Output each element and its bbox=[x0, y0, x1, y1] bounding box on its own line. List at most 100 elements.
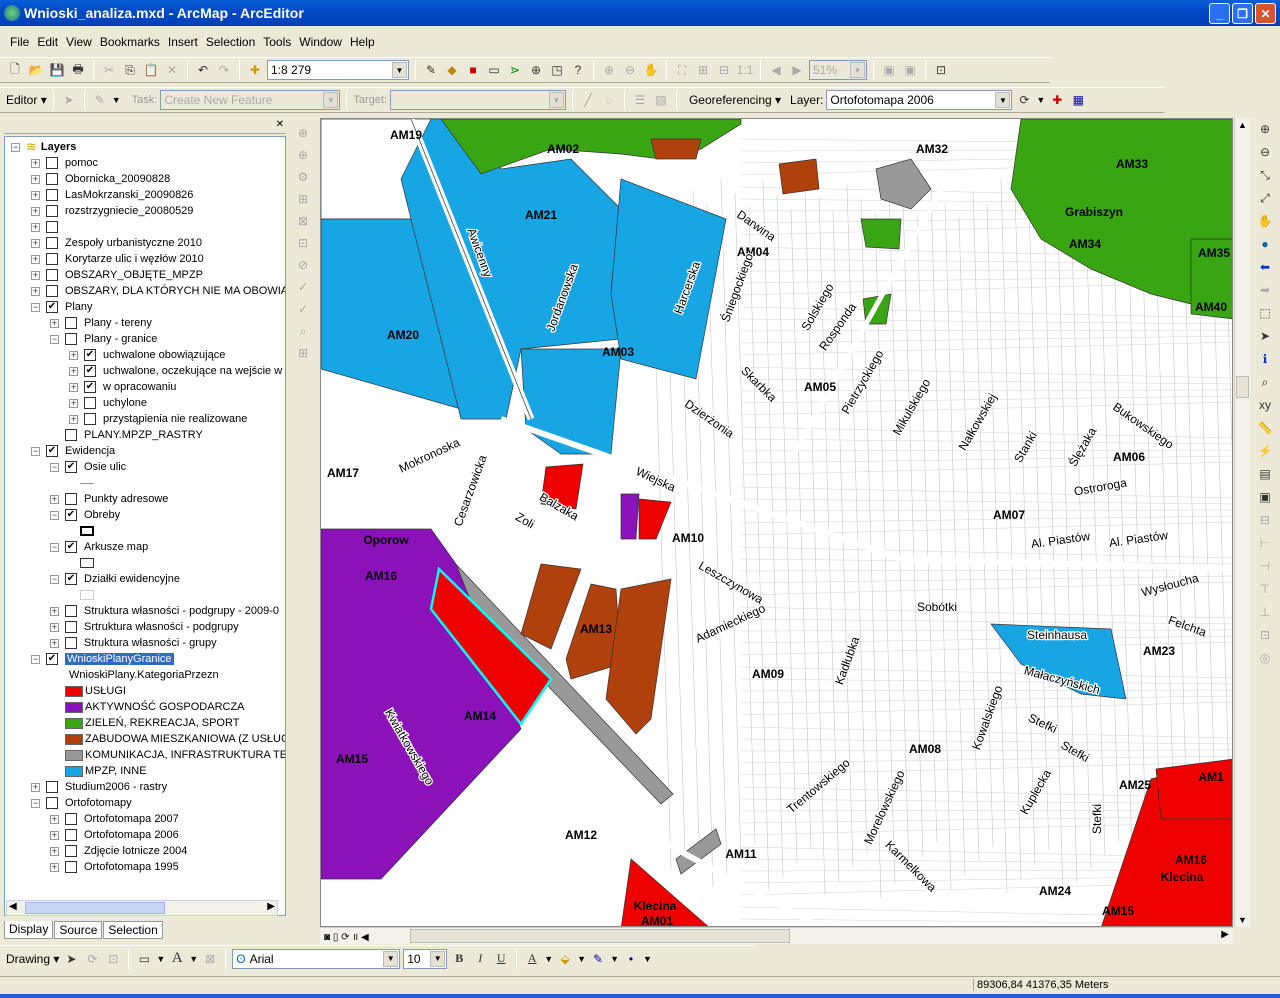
toc-layer[interactable]: + Zdjęcie lotnicze 2004 bbox=[50, 843, 187, 859]
collapse-icon[interactable]: − bbox=[11, 142, 20, 152]
layout-zoom-in-icon[interactable]: ⊕ bbox=[600, 61, 618, 79]
data-view-icon[interactable]: ◙ ▯ ⟳ ॥ ◀ bbox=[324, 929, 369, 943]
plan-area-zielen[interactable] bbox=[860, 218, 902, 250]
measure-icon[interactable]: 📏 bbox=[1256, 419, 1274, 437]
tool-icon[interactable]: ⊥ bbox=[1256, 603, 1274, 621]
toc-layer[interactable]: + Struktura własności - grupy bbox=[50, 635, 217, 651]
layer-visibility-checkbox[interactable] bbox=[46, 269, 58, 281]
layer-visibility-checkbox[interactable] bbox=[46, 285, 58, 297]
zoom-to-selected-icon[interactable]: ⊡ bbox=[104, 950, 122, 968]
layer-visibility-checkbox[interactable]: ✔ bbox=[65, 541, 77, 553]
cut-icon[interactable]: ✂ bbox=[100, 61, 118, 79]
edit-tool-icon[interactable]: ➤ bbox=[60, 91, 78, 109]
layer-visibility-checkbox[interactable] bbox=[65, 861, 77, 873]
toc-layer[interactable]: + rozstrzygniecie_20080529 bbox=[31, 203, 193, 219]
arctoolbox-icon[interactable]: ■ bbox=[464, 61, 482, 79]
expand-icon[interactable]: + bbox=[69, 366, 78, 376]
expand-icon[interactable]: + bbox=[69, 382, 78, 392]
expand-icon[interactable]: + bbox=[31, 222, 40, 232]
select-features-icon[interactable]: ⬚ bbox=[1256, 304, 1274, 322]
layer-visibility-checkbox[interactable] bbox=[84, 397, 96, 409]
toc-layer[interactable]: + Struktura własności - podgrupy - 2009-0 bbox=[50, 603, 279, 619]
editor-toolbar-icon[interactable]: ✎ bbox=[422, 61, 440, 79]
expand-icon[interactable]: + bbox=[50, 638, 59, 648]
minimize-button[interactable]: _ bbox=[1209, 3, 1230, 24]
collapse-icon[interactable]: − bbox=[50, 574, 59, 584]
toc-layer[interactable]: + bbox=[31, 219, 65, 235]
toc-layer[interactable]: ZIELEŃ, REKREACJA, SPORT bbox=[65, 715, 239, 731]
rotate-tool-icon[interactable]: ◌ bbox=[600, 91, 618, 109]
expand-icon[interactable]: + bbox=[50, 494, 59, 504]
layer-visibility-checkbox[interactable]: ✔ bbox=[65, 573, 77, 585]
rotate-icon[interactable]: ⟳ bbox=[83, 950, 101, 968]
tool-icon[interactable]: ⊢ bbox=[1256, 534, 1274, 552]
task-combo[interactable]: Create New Feature ▼ bbox=[160, 90, 341, 110]
tab-selection[interactable]: Selection bbox=[103, 921, 163, 939]
expand-icon[interactable]: + bbox=[31, 254, 40, 264]
expand-icon[interactable]: + bbox=[31, 190, 40, 200]
text-icon[interactable]: A bbox=[168, 950, 186, 968]
collapse-icon[interactable]: − bbox=[50, 462, 59, 472]
collapse-icon[interactable]: − bbox=[50, 510, 59, 520]
add-data-icon[interactable]: ✚ bbox=[246, 61, 264, 79]
layout-zoom-out-icon[interactable]: ⊖ bbox=[621, 61, 639, 79]
drawing-menu[interactable]: Drawing ▾ bbox=[6, 952, 59, 966]
plan-area-komunikacja[interactable] bbox=[875, 158, 932, 210]
layer-visibility-checkbox[interactable]: ✔ bbox=[46, 653, 58, 665]
toc-layer[interactable]: + Studium2006 - rastry bbox=[31, 779, 167, 795]
toc-layer[interactable]: + OBSZARY_OBJĘTE_MPZP bbox=[31, 267, 203, 283]
identify-icon[interactable]: ℹ bbox=[1256, 350, 1274, 368]
tool-icon[interactable]: ✓ bbox=[294, 278, 312, 296]
target-combo[interactable]: ▼ bbox=[389, 90, 566, 110]
open-folder-icon[interactable]: 📂 bbox=[27, 61, 45, 79]
tab-source[interactable]: Source bbox=[54, 921, 103, 939]
toc-layer[interactable]: + LasMokrzanski_20090826 bbox=[31, 187, 193, 203]
underline-button[interactable]: U bbox=[492, 950, 510, 968]
menu-selection[interactable]: Selection bbox=[202, 35, 259, 49]
toc-layer[interactable]: − ✔ Arkusze map bbox=[50, 539, 148, 555]
toc-layer[interactable] bbox=[50, 523, 94, 539]
layer-visibility-checkbox[interactable] bbox=[65, 317, 77, 329]
edit-vertices-icon[interactable]: ⊠ bbox=[201, 950, 219, 968]
tool-icon[interactable]: ⊠ bbox=[294, 212, 312, 230]
toc-layer[interactable]: − ✔ Plany bbox=[31, 299, 93, 315]
select-elements-icon[interactable]: ➤ bbox=[62, 950, 80, 968]
bold-button[interactable]: B bbox=[450, 950, 468, 968]
layout-zoom-fixed-out-icon[interactable]: ⊟ bbox=[715, 61, 733, 79]
tool-icon[interactable]: ⊞ bbox=[294, 190, 312, 208]
layer-visibility-checkbox[interactable] bbox=[65, 429, 77, 441]
layer-visibility-checkbox[interactable]: ✔ bbox=[65, 461, 77, 473]
link-table-icon[interactable]: ▦ bbox=[1069, 91, 1087, 109]
toc-layer[interactable]: + Ortofotomapa 2007 bbox=[50, 811, 179, 827]
menu-bookmarks[interactable]: Bookmarks bbox=[96, 35, 164, 49]
georeferencing-menu[interactable]: Georeferencing ▾ bbox=[689, 93, 781, 107]
expand-icon[interactable]: + bbox=[50, 318, 59, 328]
layer-visibility-checkbox[interactable]: ✔ bbox=[46, 301, 58, 313]
line-color-icon[interactable]: ✎ bbox=[589, 950, 607, 968]
toc-close-icon[interactable]: ✕ bbox=[276, 119, 284, 130]
hyperlink-icon[interactable]: ⚡ bbox=[1256, 442, 1274, 460]
toc-layer[interactable] bbox=[50, 475, 94, 491]
toc-layer[interactable]: − Ortofotomapy bbox=[31, 795, 132, 811]
map-scale-combo[interactable]: 1:8 279 ▼ bbox=[267, 60, 409, 80]
layer-visibility-checkbox[interactable] bbox=[46, 237, 58, 249]
sketch-tool-icon[interactable]: ✎ bbox=[91, 91, 109, 109]
font-color-icon[interactable]: A bbox=[523, 950, 541, 968]
layer-visibility-checkbox[interactable] bbox=[46, 797, 58, 809]
layer-visibility-checkbox[interactable] bbox=[65, 333, 77, 345]
plan-area-uslugi[interactable] bbox=[1155, 758, 1233, 820]
rectangle-icon[interactable]: ▭ bbox=[135, 950, 153, 968]
layer-visibility-checkbox[interactable] bbox=[65, 829, 77, 841]
expand-icon[interactable]: + bbox=[69, 414, 78, 424]
toc-layer[interactable]: ZABUDOWA MIESZKANIOWA (Z USŁUGA bbox=[65, 731, 285, 747]
zoom-in-icon[interactable]: ⊕ bbox=[1256, 120, 1274, 138]
menu-insert[interactable]: Insert bbox=[164, 35, 202, 49]
layer-visibility-checkbox[interactable] bbox=[46, 221, 58, 233]
layer-visibility-checkbox[interactable] bbox=[65, 845, 77, 857]
toc-layer[interactable]: + pomoc bbox=[31, 155, 98, 171]
tool-icon[interactable]: ⊕ bbox=[294, 146, 312, 164]
overview-icon[interactable]: ◳ bbox=[548, 61, 566, 79]
tool-icon[interactable]: ⊤ bbox=[1256, 580, 1274, 598]
toc-layer[interactable]: + OBSZARY, DLA KTÓRYCH NIE MA OBOWIĄZ bbox=[31, 283, 285, 299]
plan-area-aktywnosc[interactable] bbox=[620, 493, 640, 540]
